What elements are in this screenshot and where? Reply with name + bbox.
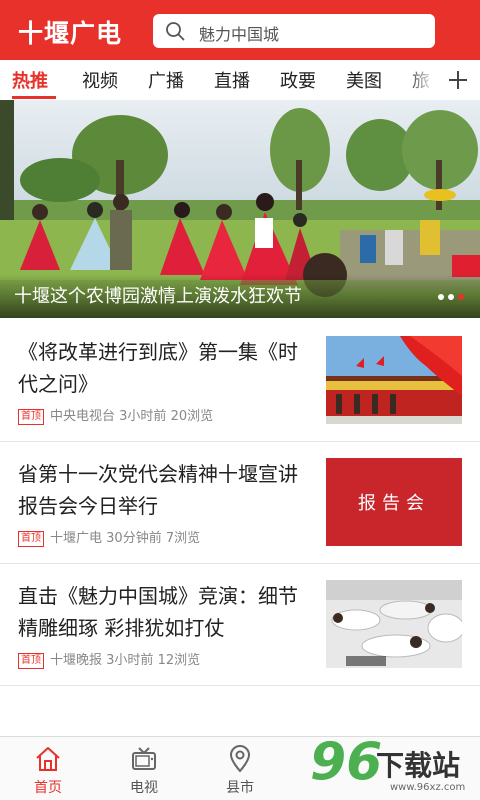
news-tag: 首顶: [18, 531, 44, 547]
carousel-dot-active[interactable]: [458, 294, 464, 300]
add-channel-button[interactable]: [436, 60, 480, 100]
news-title[interactable]: 直击《魅力中国城》竞演：细节精雕细琢 彩排犹如打仗: [18, 580, 314, 644]
carousel-dots: [434, 285, 464, 304]
news-meta: 首顶 十堰广电 30分钟前 7浏览: [18, 527, 200, 547]
app-header: 十堰广电 魅力中国城: [0, 0, 480, 60]
rehearsal-image: [326, 580, 462, 668]
channel-tabs: 热推 视频 广播 直播 政要 美图 旅: [0, 60, 480, 100]
news-thumbnail[interactable]: [326, 580, 462, 668]
news-meta: 首顶 中央电视台 3小时前 20浏览: [18, 405, 213, 425]
news-views: 7浏览: [165, 531, 201, 546]
news-time: 3小时前: [106, 653, 154, 668]
tiananmen-image: [326, 336, 462, 424]
tab-video[interactable]: 视频: [82, 67, 118, 93]
news-thumbnail[interactable]: [326, 336, 462, 424]
nav-label: 县市: [226, 780, 254, 796]
search-box[interactable]: 魅力中国城: [153, 14, 435, 48]
banner-title[interactable]: 十堰这个农博园激情上演泼水狂欢节: [14, 282, 302, 308]
banner-carousel[interactable]: 十堰这个农博园激情上演泼水狂欢节: [0, 100, 480, 318]
carousel-dot[interactable]: [438, 294, 444, 300]
news-item[interactable]: 省第十一次党代会精神十堰宣讲报告会今日举行 首顶 十堰广电 30分钟前 7浏览 报…: [0, 442, 480, 564]
home-icon: [36, 747, 60, 771]
news-views: 12浏览: [157, 653, 201, 668]
news-title[interactable]: 《将改革进行到底》第一集《时代之问》: [18, 336, 314, 400]
news-time: 30分钟前: [106, 531, 162, 546]
search-icon: [166, 22, 185, 41]
location-icon: [229, 745, 251, 773]
search-query: 魅力中国城: [199, 25, 280, 44]
news-source: 十堰广电: [50, 531, 103, 546]
nav-home[interactable]: 首页: [8, 741, 88, 797]
nav-tv[interactable]: 电视: [104, 741, 184, 797]
thumbnail-text: 报告会: [358, 493, 430, 514]
news-tag: 首顶: [18, 653, 44, 669]
active-tab-indicator: [12, 96, 56, 99]
watermark-logo: 96 下载站 www.96xz.com: [308, 732, 480, 800]
watermark-number: 96: [310, 732, 383, 792]
watermark-url: www.96xz.com: [390, 782, 466, 793]
tab-politics[interactable]: 政要: [280, 67, 316, 93]
tab-radio[interactable]: 广播: [148, 67, 184, 93]
watermark-text: 下载站: [376, 749, 461, 782]
news-item[interactable]: 《将改革进行到底》第一集《时代之问》 首顶 中央电视台 3小时前 20浏览: [0, 320, 480, 442]
news-title[interactable]: 省第十一次党代会精神十堰宣讲报告会今日举行: [18, 458, 314, 522]
news-source: 十堰晚报: [50, 653, 103, 668]
news-views: 20浏览: [170, 409, 214, 424]
news-thumbnail[interactable]: 报告会: [326, 458, 462, 546]
tab-photos[interactable]: 美图: [346, 67, 382, 93]
nav-label: 电视: [130, 780, 158, 796]
tabs-fade: [405, 60, 435, 100]
nav-label: 首页: [34, 780, 62, 796]
app-logo[interactable]: 十堰广电: [18, 14, 122, 50]
news-meta: 首顶 十堰晚报 3小时前 12浏览: [18, 649, 200, 669]
news-time: 3小时前: [119, 409, 167, 424]
tab-live[interactable]: 直播: [214, 67, 250, 93]
carousel-dot[interactable]: [448, 294, 454, 300]
news-item[interactable]: 直击《魅力中国城》竞演：细节精雕细琢 彩排犹如打仗 首顶 十堰晚报 3小时前 12…: [0, 564, 480, 686]
news-tag: 首顶: [18, 409, 44, 425]
tv-icon: [132, 747, 156, 770]
tab-hot[interactable]: 热推: [12, 67, 48, 93]
nav-county[interactable]: 县市: [200, 741, 280, 797]
news-source: 中央电视台: [50, 409, 116, 424]
plus-icon: [449, 71, 467, 89]
